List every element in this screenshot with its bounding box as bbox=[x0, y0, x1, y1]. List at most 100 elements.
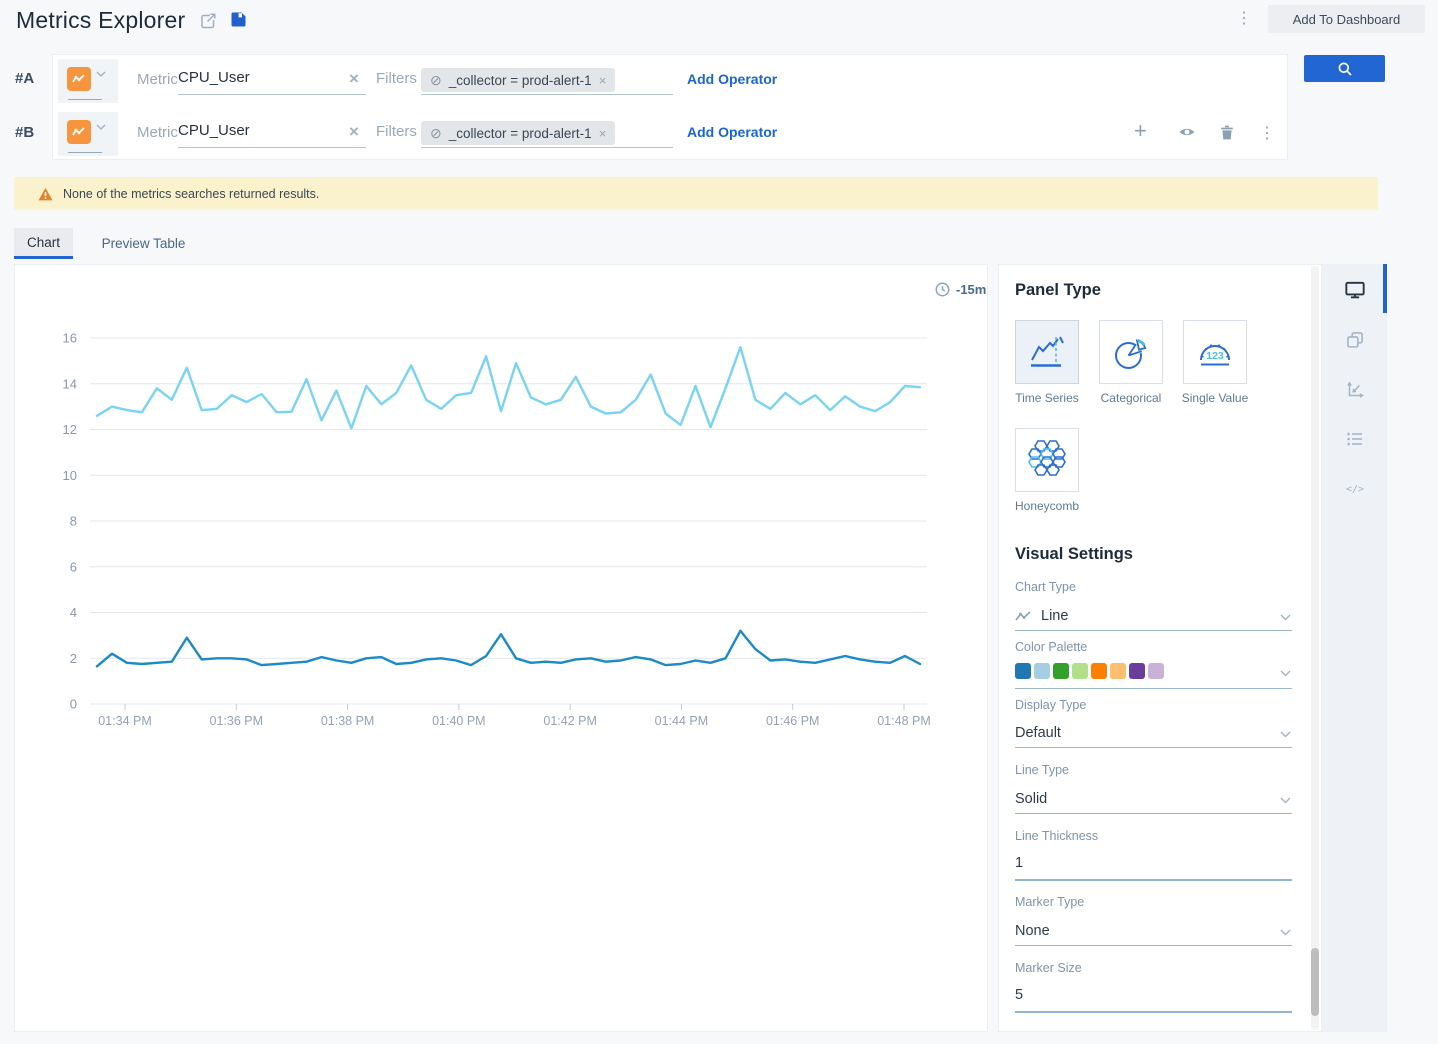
metric-type-underline bbox=[68, 152, 102, 153]
chevron-down-icon bbox=[96, 124, 106, 130]
palette-swatch bbox=[1110, 663, 1126, 679]
panel-type-honeycomb[interactable] bbox=[1015, 428, 1079, 492]
marker-type-label: Marker Type bbox=[1015, 895, 1084, 909]
metric-type-selector-a[interactable] bbox=[58, 59, 118, 103]
metrics-explorer-page: Metrics Explorer ⋮ Add To Dashboard #A #… bbox=[0, 0, 1438, 1044]
metric-underline bbox=[178, 147, 366, 148]
palette-swatch bbox=[1034, 663, 1050, 679]
visual-settings-heading: Visual Settings bbox=[1015, 545, 1133, 564]
chevron-down-icon bbox=[1280, 614, 1291, 621]
panel-type-time-series-label: Time Series bbox=[1002, 391, 1092, 405]
palette-swatch bbox=[1053, 663, 1069, 679]
marker-type-dropdown[interactable]: None bbox=[1015, 921, 1292, 943]
palette-swatches bbox=[1015, 663, 1164, 679]
add-operator-link[interactable]: Add Operator bbox=[687, 71, 777, 87]
color-palette-underline bbox=[1015, 688, 1292, 689]
remove-filter-icon[interactable]: × bbox=[599, 126, 607, 141]
palette-swatch bbox=[1072, 663, 1088, 679]
metric-input[interactable] bbox=[178, 69, 338, 86]
metric-label: Metric bbox=[137, 124, 178, 141]
metric-input[interactable] bbox=[178, 122, 338, 139]
line-type-value: Solid bbox=[1015, 791, 1047, 807]
not-equal-filter-icon: ⊘ bbox=[430, 72, 442, 89]
display-type-label: Display Type bbox=[1015, 698, 1086, 712]
chevron-down-icon bbox=[96, 71, 106, 77]
svg-text:8: 8 bbox=[70, 514, 77, 529]
metric-type-selector-b[interactable] bbox=[58, 112, 118, 156]
active-tool-indicator bbox=[1383, 264, 1387, 313]
categorical-pie-icon bbox=[1111, 332, 1151, 372]
metric-underline bbox=[178, 94, 366, 95]
line-type-dropdown[interactable]: Solid bbox=[1015, 789, 1292, 811]
filter-chip[interactable]: ⊘ _collector = prod-alert-1 × bbox=[421, 121, 615, 145]
line-thickness-input[interactable] bbox=[1015, 855, 1265, 871]
svg-text:16: 16 bbox=[63, 331, 77, 346]
svg-text:01:42 PM: 01:42 PM bbox=[543, 714, 597, 728]
panel-type-time-series[interactable] bbox=[1015, 320, 1079, 384]
chart-type-dropdown[interactable]: Line bbox=[1015, 606, 1292, 628]
svg-text:4: 4 bbox=[70, 605, 77, 620]
chart-axes-icon[interactable] bbox=[1341, 378, 1369, 402]
chevron-down-icon bbox=[1280, 670, 1291, 677]
delete-row-trash-icon[interactable] bbox=[1218, 124, 1236, 141]
svg-text:01:44 PM: 01:44 PM bbox=[655, 714, 709, 728]
line-thickness-underline bbox=[1015, 879, 1292, 881]
chart-type-label: Chart Type bbox=[1015, 580, 1076, 594]
metrics-chart-icon bbox=[67, 120, 91, 144]
panel-type-single-value[interactable]: 123 bbox=[1183, 320, 1247, 384]
single-value-gauge-icon: 123 bbox=[1195, 332, 1235, 372]
time-series-icon bbox=[1027, 332, 1067, 372]
marker-size-label: Marker Size bbox=[1015, 961, 1082, 975]
filters-label: Filters bbox=[376, 123, 417, 140]
tab-preview-table[interactable]: Preview Table bbox=[86, 228, 201, 259]
legend-list-icon[interactable] bbox=[1341, 427, 1369, 451]
panel-type-heading: Panel Type bbox=[1015, 281, 1101, 300]
filter-chip[interactable]: ⊘ _collector = prod-alert-1 × bbox=[421, 68, 615, 92]
line-thickness-label: Line Thickness bbox=[1015, 829, 1098, 843]
query-row-id-a: #A bbox=[15, 70, 34, 87]
panel-type-categorical[interactable] bbox=[1099, 320, 1163, 384]
panel-type-single-value-label: Single Value bbox=[1170, 391, 1260, 405]
svg-text:01:36 PM: 01:36 PM bbox=[210, 714, 264, 728]
settings-scrollbar-thumb[interactable] bbox=[1311, 948, 1319, 1016]
clear-metric-icon[interactable]: × bbox=[349, 123, 359, 140]
color-palette-label: Color Palette bbox=[1015, 640, 1087, 654]
tab-chart[interactable]: Chart bbox=[14, 228, 73, 259]
time-series-chart[interactable]: 024681012141601:34 PM01:36 PM01:38 PM01:… bbox=[15, 265, 989, 745]
query-row-id-b: #B bbox=[15, 124, 34, 141]
svg-text:01:38 PM: 01:38 PM bbox=[321, 714, 375, 728]
header-more-icon[interactable]: ⋮ bbox=[1236, 11, 1252, 27]
settings-scrollbar-track[interactable] bbox=[1311, 266, 1319, 1030]
chart-type-value: Line bbox=[1041, 608, 1068, 624]
display-type-dropdown[interactable]: Default bbox=[1015, 723, 1292, 745]
share-icon[interactable] bbox=[199, 12, 217, 30]
palette-swatch bbox=[1015, 663, 1031, 679]
warning-message: None of the metrics searches returned re… bbox=[63, 187, 319, 201]
panel-type-categorical-label: Categorical bbox=[1086, 391, 1176, 405]
palette-swatch bbox=[1091, 663, 1107, 679]
save-icon[interactable] bbox=[230, 11, 247, 28]
display-view-icon[interactable] bbox=[1341, 278, 1369, 302]
run-search-button[interactable] bbox=[1304, 55, 1385, 82]
remove-filter-icon[interactable]: × bbox=[599, 73, 607, 88]
add-query-row-button[interactable]: + bbox=[1134, 118, 1147, 144]
row-more-icon[interactable]: ⋮ bbox=[1259, 126, 1275, 142]
filters-underline bbox=[421, 94, 673, 95]
marker-size-input[interactable] bbox=[1015, 987, 1265, 1003]
code-view-icon[interactable]: </> bbox=[1341, 477, 1369, 501]
add-operator-link[interactable]: Add Operator bbox=[687, 124, 777, 140]
search-icon bbox=[1337, 61, 1353, 77]
chevron-down-icon bbox=[1280, 797, 1291, 804]
marker-size-underline bbox=[1015, 1011, 1292, 1013]
svg-text:10: 10 bbox=[63, 468, 77, 483]
marker-type-underline bbox=[1015, 945, 1292, 946]
svg-text:2: 2 bbox=[70, 651, 77, 666]
add-to-dashboard-button[interactable]: Add To Dashboard bbox=[1268, 5, 1425, 33]
chevron-down-icon bbox=[1280, 731, 1291, 738]
visibility-eye-icon[interactable] bbox=[1177, 125, 1197, 139]
svg-text:14: 14 bbox=[63, 376, 77, 391]
metric-label: Metric bbox=[137, 71, 178, 88]
color-palette-dropdown[interactable] bbox=[1015, 663, 1292, 683]
clear-metric-icon[interactable]: × bbox=[349, 70, 359, 87]
duplicate-layers-icon[interactable] bbox=[1341, 328, 1369, 352]
